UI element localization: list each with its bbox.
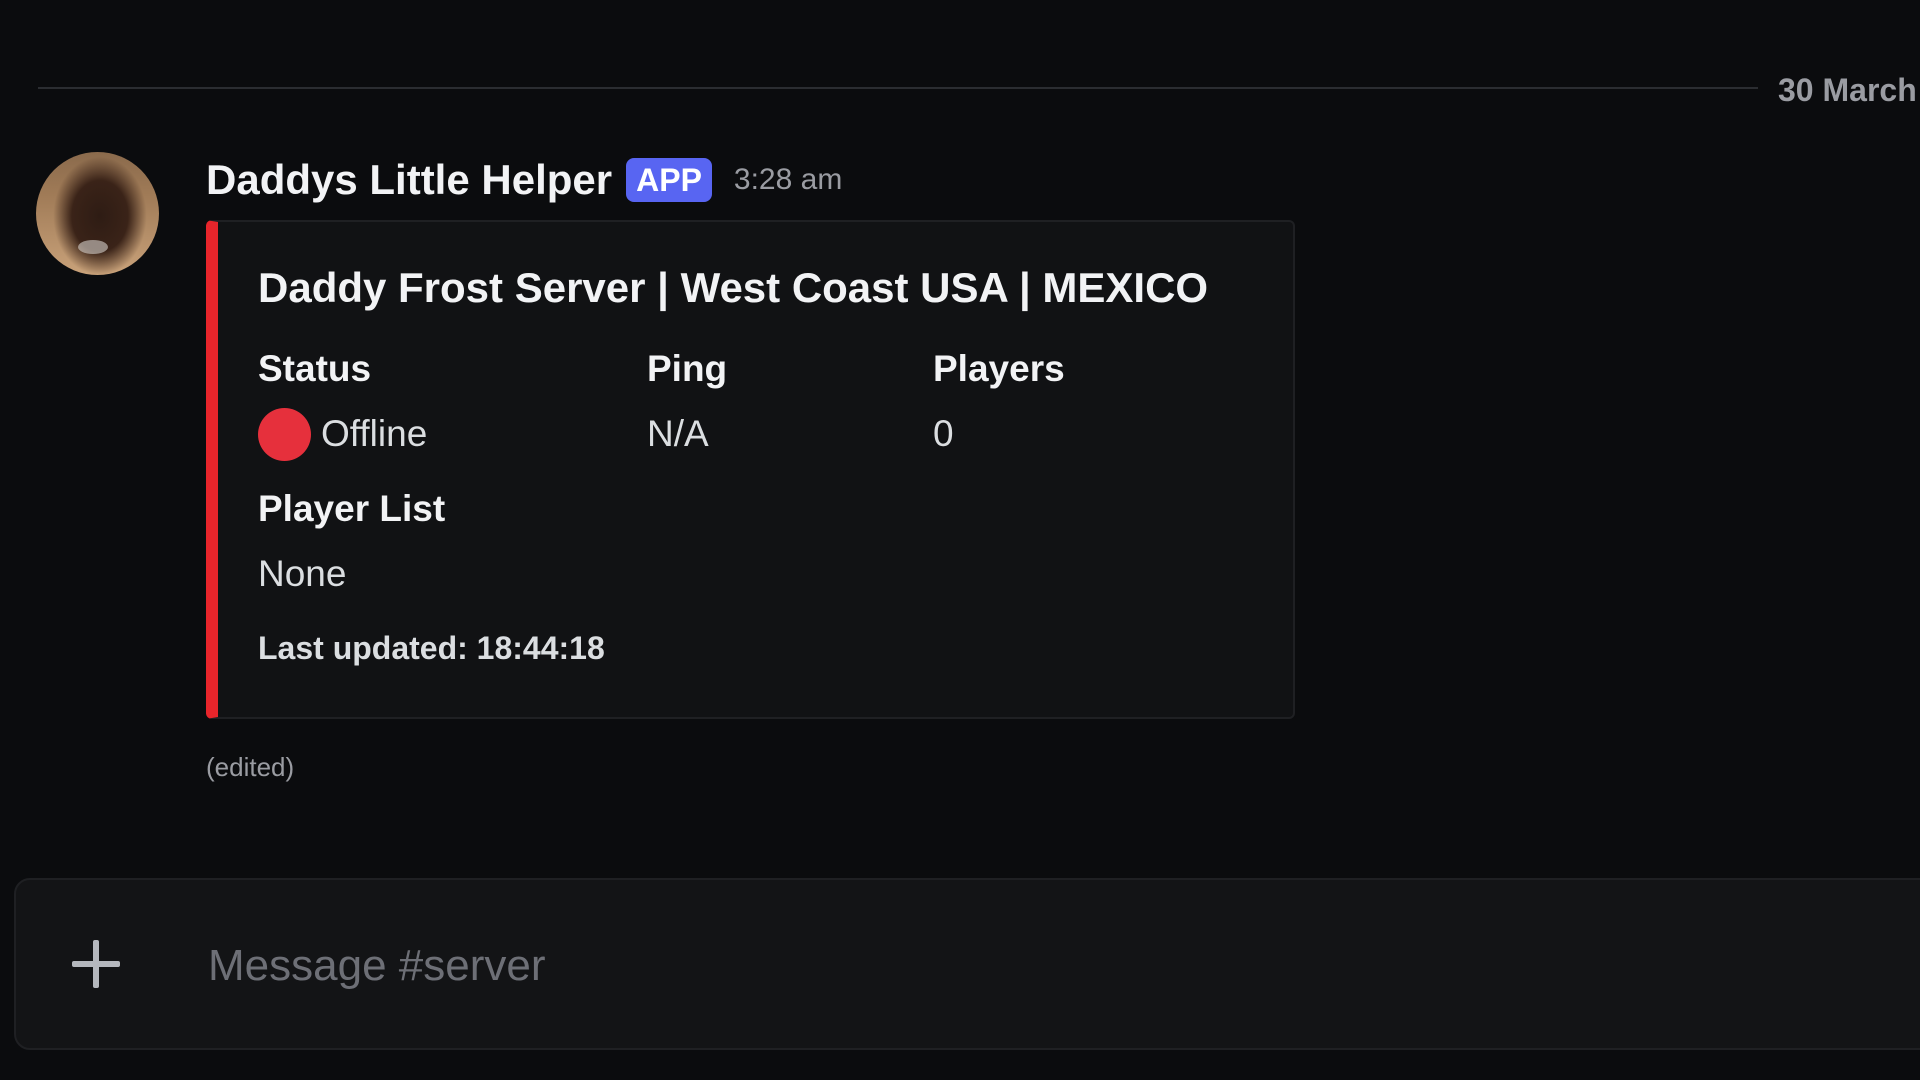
edited-label[interactable]: (edited) [206,752,294,783]
divider-date: 30 March [1778,72,1917,108]
message-timestamp[interactable]: 3:28 am [734,163,842,197]
field-ping: Ping N/A [647,348,727,458]
server-status-embed: Daddy Frost Server | West Coast USA | ME… [206,220,1295,719]
author-avatar[interactable] [36,152,159,275]
author-name[interactable]: Daddys Little Helper [206,156,612,204]
red-circle-icon [258,407,311,461]
field-player-list-value: None [258,553,347,594]
field-status-value: Offline [321,413,428,454]
field-ping-value: N/A [647,413,709,454]
field-players-value: 0 [933,413,954,454]
message-header: Daddys Little Helper APP 3:28 am [206,152,842,208]
message-input[interactable] [206,920,1810,1012]
field-players: Players 0 [933,348,1065,458]
embed-footer: Last updated: 18:44:18 [258,630,605,666]
field-ping-name: Ping [647,348,728,389]
avatar-detail [78,240,108,254]
message-composer [14,878,1920,1050]
plus-icon[interactable] [68,936,124,992]
app-badge: APP [626,158,712,202]
field-status-name: Status [258,348,372,389]
divider-line [38,87,1758,89]
field-status-value-row: Offline [258,407,428,461]
field-status: Status Offline [258,348,428,461]
chat-screen: 30 March Daddys Little Helper APP 3:28 a… [0,0,1920,1080]
field-player-list: Player List None [258,488,445,598]
date-divider: 30 March [38,72,1920,108]
field-players-name: Players [933,348,1065,389]
embed-title: Daddy Frost Server | West Coast USA | ME… [258,264,1209,311]
field-player-list-name: Player List [258,488,446,529]
